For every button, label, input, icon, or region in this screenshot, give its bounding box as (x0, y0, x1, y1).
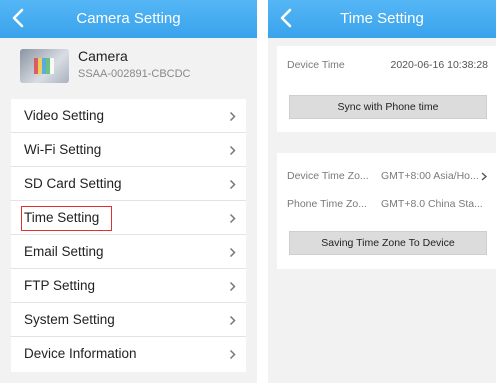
camera-name: Camera (78, 48, 128, 64)
camera-setting-screen: Camera Setting Camera SSAA-002891-CBCDC … (0, 0, 257, 383)
device-time-zone-value[interactable]: GMT+8:00 Asia/Ho... (381, 170, 479, 182)
chevron-right-icon (229, 349, 236, 360)
chevron-right-icon (229, 213, 236, 224)
menu-item-label: FTP Setting (24, 278, 96, 293)
chevron-right-icon (229, 315, 236, 326)
save-time-zone-button[interactable]: Saving Time Zone To Device (289, 231, 487, 255)
chevron-right-icon (229, 111, 236, 122)
sync-with-phone-button[interactable]: Sync with Phone time (289, 95, 487, 119)
chevron-right-icon (229, 179, 236, 190)
page-title: Time Setting (340, 10, 424, 27)
phone-time-zone-value: GMT+8.0 China Sta... (381, 198, 483, 210)
menu-item-label: Video Setting (24, 108, 105, 123)
header-bar: Camera Setting (0, 0, 257, 38)
menu-item-system-setting[interactable]: System Setting (11, 303, 246, 337)
menu-item-label: Email Setting (24, 244, 104, 259)
header-bar: Time Setting (268, 0, 496, 38)
time-zone-card: Device Time Zo... GMT+8:00 Asia/Ho... Ph… (277, 153, 496, 269)
menu-item-email-setting[interactable]: Email Setting (11, 235, 246, 269)
camera-info: Camera SSAA-002891-CBCDC (0, 38, 257, 94)
device-time-card: Device Time 2020-06-16 10:38:28 Sync wit… (277, 46, 496, 132)
menu-item-label: Time Setting (24, 210, 100, 225)
page-title: Camera Setting (76, 10, 181, 27)
menu-item-label: Wi-Fi Setting (24, 142, 102, 157)
chevron-right-icon (229, 281, 236, 292)
camera-thumbnail (20, 49, 69, 83)
menu-item-wifi-setting[interactable]: Wi-Fi Setting (11, 133, 246, 167)
camera-id: SSAA-002891-CBCDC (78, 68, 191, 80)
menu-item-device-information[interactable]: Device Information (11, 337, 246, 371)
chevron-right-icon (229, 145, 236, 156)
menu-item-label: System Setting (24, 312, 115, 327)
chevron-right-icon[interactable] (481, 172, 487, 181)
phone-time-zone-label: Phone Time Zo... (287, 198, 367, 210)
device-time-label: Device Time (287, 59, 345, 71)
time-setting-screen: Time Setting Device Time 2020-06-16 10:3… (268, 0, 496, 383)
menu-item-label: SD Card Setting (24, 176, 122, 191)
menu-item-label: Device Information (24, 346, 137, 361)
chevron-right-icon (229, 247, 236, 258)
device-time-value: 2020-06-16 10:38:28 (390, 59, 489, 71)
menu-item-video-setting[interactable]: Video Setting (11, 99, 246, 133)
menu-item-sd-card-setting[interactable]: SD Card Setting (11, 167, 246, 201)
menu-item-ftp-setting[interactable]: FTP Setting (11, 269, 246, 303)
menu-item-time-setting[interactable]: Time Setting (11, 201, 246, 235)
settings-menu: Video Setting Wi-Fi Setting SD Card Sett… (11, 99, 246, 372)
device-time-zone-label: Device Time Zo... (287, 170, 369, 182)
